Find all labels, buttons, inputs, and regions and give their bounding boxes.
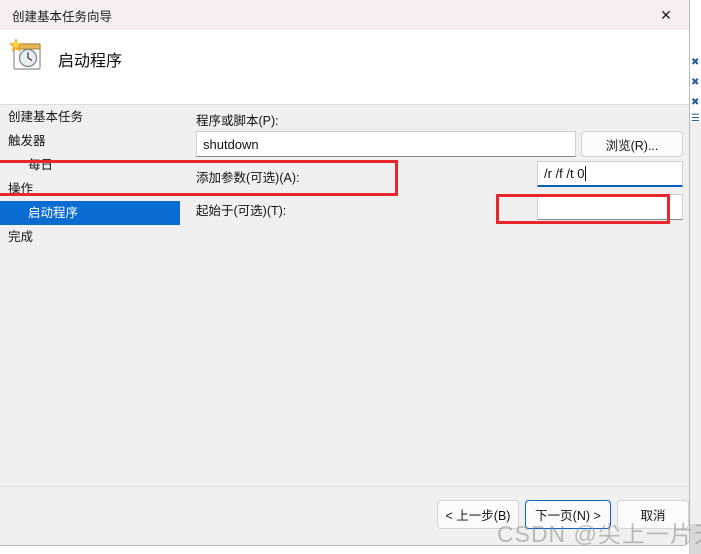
sidebar-item-create-basic-task[interactable]: 创建基本任务 bbox=[0, 105, 180, 129]
title-bar: 创建基本任务向导 ✕ bbox=[0, 0, 689, 30]
start-in-label: 起始于(可选)(T): bbox=[196, 204, 287, 218]
program-input[interactable]: shutdown bbox=[196, 131, 576, 157]
page-title: 启动程序 bbox=[58, 53, 123, 70]
back-button[interactable]: < 上一步(B) bbox=[437, 500, 519, 529]
calendar-clock-icon bbox=[7, 36, 45, 74]
wizard-header: 启动程序 bbox=[0, 30, 689, 105]
next-button[interactable]: 下一页(N) > bbox=[525, 500, 611, 529]
start-in-input[interactable] bbox=[537, 194, 683, 220]
create-basic-task-wizard-dialog: 创建基本任务向导 ✕ 启动程序 创建基本任务 触发器 每日 操作 启动程序 完成… bbox=[0, 0, 690, 546]
close-icon[interactable]: ✕ bbox=[643, 0, 689, 30]
background-panel-bottom bbox=[690, 524, 701, 554]
sidebar-item-trigger[interactable]: 触发器 bbox=[0, 129, 180, 153]
text-caret bbox=[585, 166, 587, 181]
browse-button[interactable]: 浏览(R)... bbox=[581, 131, 683, 157]
dialog-footer: < 上一步(B) 下一页(N) > 取消 bbox=[0, 486, 689, 545]
sidebar-item-action[interactable]: 操作 bbox=[0, 177, 180, 201]
sidebar-item-finish[interactable]: 完成 bbox=[0, 225, 180, 249]
wizard-step-list: 创建基本任务 触发器 每日 操作 启动程序 完成 bbox=[0, 105, 180, 486]
sidebar-item-daily[interactable]: 每日 bbox=[0, 153, 180, 177]
arguments-input-value: /r /f /t 0 bbox=[544, 166, 585, 181]
program-label: 程序或脚本(P): bbox=[196, 114, 279, 128]
background-glyph-3: ✖ bbox=[691, 97, 699, 108]
background-glyph-2: ✖ bbox=[691, 77, 699, 88]
arguments-label: 添加参数(可选)(A): bbox=[196, 171, 300, 185]
background-panel bbox=[690, 122, 701, 524]
background-glyph-1: ✖ bbox=[691, 57, 699, 68]
dialog-body: 创建基本任务 触发器 每日 操作 启动程序 完成 程序或脚本(P): shutd… bbox=[0, 105, 689, 486]
arguments-input[interactable]: /r /f /t 0 bbox=[537, 161, 683, 187]
cancel-button[interactable]: 取消 bbox=[617, 500, 689, 529]
action-form: 程序或脚本(P): shutdown 浏览(R)... 添加参数(可选)(A):… bbox=[196, 105, 686, 486]
sidebar-item-start-program[interactable]: 启动程序 bbox=[0, 201, 180, 225]
window-title: 创建基本任务向导 bbox=[12, 9, 113, 24]
